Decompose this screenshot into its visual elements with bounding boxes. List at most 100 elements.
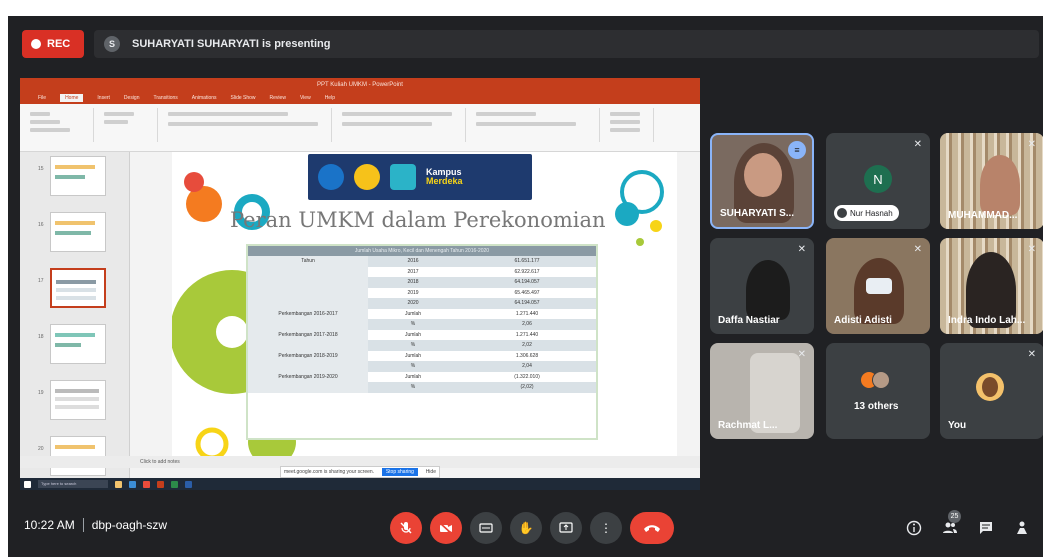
row-value-cell: 64.194.057 bbox=[458, 277, 596, 288]
row-label-cell bbox=[248, 298, 368, 309]
row-value-cell: 1.271.440 bbox=[515, 310, 539, 317]
ribbon-toolbar bbox=[20, 104, 700, 152]
participant-tile[interactable]: ✕ MUHAMMAD... bbox=[940, 133, 1043, 229]
participant-name: Adisti Adisti bbox=[834, 315, 892, 326]
captions-button[interactable] bbox=[470, 512, 502, 544]
ribbon-tab[interactable]: Review bbox=[270, 95, 286, 101]
slide-thumbnail[interactable] bbox=[50, 324, 106, 364]
editing-group[interactable] bbox=[604, 108, 654, 142]
row-label-cell bbox=[248, 382, 368, 393]
row-label-cell: Perkembangan 2016-2017 bbox=[248, 308, 368, 319]
ribbon-tab[interactable]: Slide Show bbox=[231, 95, 256, 101]
participant-avatar: N bbox=[864, 165, 892, 193]
leave-call-button[interactable] bbox=[630, 512, 674, 544]
table-row: 2019 65.465.497 bbox=[248, 287, 596, 298]
ribbon-tab[interactable]: Animations bbox=[192, 95, 217, 101]
participant-name: Nur Hasnah bbox=[850, 208, 893, 218]
participant-tile[interactable]: ✕ Daffa Nastiar bbox=[710, 238, 814, 334]
ribbon-tab[interactable]: Design bbox=[124, 95, 140, 101]
table-row: % (2,02) bbox=[248, 382, 596, 393]
mic-off-icon: ✕ bbox=[1027, 244, 1036, 255]
font-group[interactable] bbox=[162, 108, 332, 142]
participant-name: SUHARYATI S... bbox=[720, 208, 795, 219]
kemdikbud-logo-icon bbox=[318, 164, 344, 190]
yellow-ring-shape bbox=[195, 427, 229, 456]
chrome-icon[interactable] bbox=[143, 480, 150, 488]
slide-canvas[interactable]: Kampus Merdeka Peran UMKM dalam Perekono… bbox=[172, 152, 677, 456]
participant-tile[interactable]: ✕ Rachmat L... bbox=[710, 343, 814, 439]
presenting-text: SUHARYATI SUHARYATI is presenting bbox=[132, 38, 331, 50]
edge-icon[interactable] bbox=[129, 480, 136, 488]
ribbon-tab[interactable]: View bbox=[300, 95, 311, 101]
row-sub-cell: Jumlah bbox=[404, 331, 422, 338]
others-tile[interactable]: 13 others bbox=[826, 343, 930, 439]
paragraph-group[interactable] bbox=[336, 108, 466, 142]
more-options-button[interactable]: ⋮ bbox=[590, 512, 622, 544]
powerpoint-titlebar: PPT Kuliah UMKM - PowerPoint bbox=[20, 78, 700, 92]
slide-thumbnail-selected[interactable] bbox=[50, 268, 106, 308]
recording-indicator[interactable]: REC bbox=[22, 30, 84, 58]
ribbon-tab[interactable]: File bbox=[38, 95, 46, 101]
ribbon-tab-active[interactable]: Home bbox=[60, 94, 84, 102]
row-sub-cell: % bbox=[368, 361, 458, 372]
hide-notice-button[interactable]: Hide bbox=[426, 469, 436, 475]
table-header: Jumlah Usaha Mikro, Kecil dan Menengah T… bbox=[248, 246, 596, 256]
raise-hand-button[interactable]: ✋ bbox=[510, 512, 542, 544]
file-explorer-icon[interactable] bbox=[115, 480, 122, 488]
umkm-data-table: Jumlah Usaha Mikro, Kecil dan Menengah T… bbox=[246, 244, 598, 440]
row-sub-cell: % bbox=[368, 382, 458, 393]
participant-name: Daffa Nastiar bbox=[718, 315, 780, 326]
slides-group[interactable] bbox=[98, 108, 158, 142]
word-icon[interactable] bbox=[185, 480, 192, 488]
face-mask bbox=[866, 278, 892, 294]
row-label-cell: Perkembangan 2018-2019 bbox=[248, 350, 368, 361]
row-label-cell bbox=[248, 287, 368, 298]
present-screen-button[interactable] bbox=[550, 512, 582, 544]
notes-placeholder: Click to add notes bbox=[140, 459, 180, 465]
ribbon-tab[interactable]: Insert bbox=[97, 95, 110, 101]
pin-icon bbox=[837, 208, 847, 218]
teal-circle-shape bbox=[615, 202, 639, 226]
row-label-cell bbox=[248, 277, 368, 288]
meeting-code: dbp-oagh-szw bbox=[91, 518, 168, 532]
participant-tile-speaker[interactable]: ≡ SUHARYATI S... bbox=[710, 133, 814, 229]
row-label-cell: Perkembangan 2017-2018 bbox=[248, 329, 368, 340]
more-vert-icon: ⋮ bbox=[600, 521, 612, 535]
participant-tile[interactable]: ✕ Indra Indo Lah... bbox=[940, 238, 1043, 334]
slide-thumbnails[interactable]: 15 16 17 18 19 20 bbox=[20, 152, 130, 478]
self-tile[interactable]: ✕ You bbox=[940, 343, 1043, 439]
clipboard-group[interactable] bbox=[24, 108, 94, 142]
camera-off-button[interactable] bbox=[430, 512, 462, 544]
slide-thumbnail[interactable] bbox=[50, 156, 106, 196]
stop-sharing-button[interactable]: Stop sharing bbox=[381, 468, 418, 476]
ribbon-tab[interactable]: Transitions bbox=[154, 95, 178, 101]
people-button[interactable]: 25 bbox=[940, 510, 961, 538]
table-body: Tahun 2016 61.651.177 2017 62.922.617 2018 64.… bbox=[248, 256, 596, 393]
activities-button[interactable] bbox=[1012, 518, 1032, 538]
participant-tile[interactable]: ✕ Adisti Adisti bbox=[826, 238, 930, 334]
slide-thumbnail[interactable] bbox=[50, 380, 106, 420]
participant-video bbox=[746, 260, 790, 320]
taskbar-search[interactable]: Type here to search bbox=[38, 480, 108, 488]
slide-thumbnail[interactable] bbox=[50, 212, 106, 252]
powerpoint-icon[interactable] bbox=[157, 480, 164, 488]
ribbon-tab[interactable]: Help bbox=[325, 95, 335, 101]
microphone-off-button[interactable] bbox=[390, 512, 422, 544]
excel-icon[interactable] bbox=[171, 480, 178, 488]
table-row: Perkembangan 2019-2020 Jumlah (1.322.010) bbox=[248, 371, 596, 382]
institution-logos: Kampus Merdeka bbox=[308, 154, 532, 200]
windows-start-icon[interactable] bbox=[24, 480, 31, 488]
drawing-group[interactable] bbox=[470, 108, 600, 142]
row-value-cell: 1.271.440 bbox=[515, 331, 539, 338]
table-row: % 2,02 bbox=[248, 340, 596, 351]
shared-screen[interactable]: PPT Kuliah UMKM - PowerPoint File Home I… bbox=[20, 78, 700, 490]
chat-button[interactable] bbox=[976, 518, 996, 538]
row-value-cell: 62.922.617 bbox=[514, 268, 540, 275]
participant-avatar-icon bbox=[872, 371, 890, 389]
meeting-details-button[interactable] bbox=[904, 518, 924, 538]
white-dot-shape bbox=[216, 316, 248, 348]
row-value-cell: 2,02 bbox=[458, 340, 596, 351]
table-row: Tahun 2016 61.651.177 bbox=[248, 256, 596, 267]
participant-tile[interactable]: ✕ N Nur Hasnah bbox=[826, 133, 930, 229]
windows-taskbar: Type here to search bbox=[20, 478, 700, 490]
